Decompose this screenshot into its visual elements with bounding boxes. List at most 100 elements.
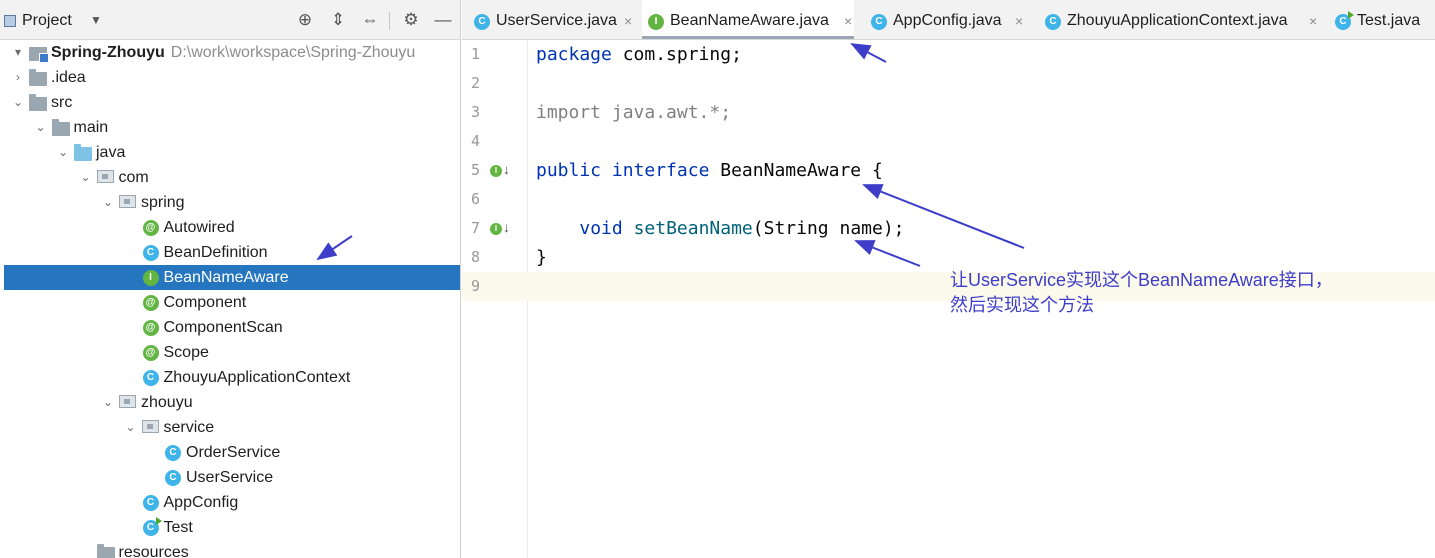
editor-tab[interactable]: C AppConfig.java × xyxy=(865,0,1025,39)
tree-item-label: spring xyxy=(141,190,185,215)
folder-icon xyxy=(29,94,47,111)
tree-item-label: Spring-Zhouyu D:\work\workspace\Spring-Zh… xyxy=(51,40,415,65)
expand-arrow-icon[interactable]: ⌄ xyxy=(101,190,115,215)
editor-tab[interactable]: C Test.java xyxy=(1329,0,1429,39)
class-icon: C xyxy=(474,14,490,30)
tree-item[interactable]: ⌄ main xyxy=(4,115,460,140)
editor-tab[interactable]: C UserService.java × xyxy=(468,0,634,39)
package-icon xyxy=(96,170,114,183)
expand-arrow-icon[interactable]: ⌄ xyxy=(34,115,48,140)
tree-item[interactable]: ⌄ src xyxy=(4,90,460,115)
runnable-class-icon: C xyxy=(1335,11,1354,30)
editor-tab[interactable]: C ZhouyuApplicationContext.java × xyxy=(1039,0,1319,39)
tree-item[interactable]: ⌄ spring xyxy=(4,190,460,215)
tree-item-label: src xyxy=(51,90,72,115)
expand-arrow-icon[interactable]: ⌄ xyxy=(56,140,70,165)
expand-arrow-icon[interactable]: › xyxy=(11,65,25,90)
tree-item-label: BeanDefinition xyxy=(164,240,268,265)
line-number: 4 xyxy=(470,132,480,150)
tree-item[interactable]: @ Scope xyxy=(4,340,460,365)
tree-item[interactable]: › .idea xyxy=(4,65,460,90)
tree-item[interactable]: ▾ Spring-Zhouyu D:\work\workspace\Spring-Z… xyxy=(4,40,460,65)
editor-tab-label: ZhouyuApplicationContext.java xyxy=(1067,12,1288,29)
tree-item[interactable]: C UserService xyxy=(4,465,460,490)
expand-all-icon[interactable]: ⇕ xyxy=(327,9,349,31)
editor-tab[interactable]: I BeanNameAware.java × xyxy=(642,0,854,39)
tree-item-name: spring xyxy=(141,194,185,211)
tree-item-name: AppConfig xyxy=(163,494,239,511)
folder-icon xyxy=(96,544,115,558)
implemented-marker-icon[interactable]: I ↓ xyxy=(490,219,512,239)
expand-arrow-icon[interactable]: ⌄ xyxy=(124,415,138,440)
tree-item[interactable]: C Test xyxy=(4,515,460,540)
line-number: 8 xyxy=(470,248,480,266)
tree-item-name: resources xyxy=(118,544,189,558)
collapse-all-icon[interactable]: ⇔ xyxy=(359,9,381,31)
tree-item[interactable]: C ZhouyuApplicationContext xyxy=(4,365,460,390)
code-line[interactable]: import java.awt.*; xyxy=(536,98,731,127)
expand-arrow-icon[interactable]: ▾ xyxy=(11,40,25,65)
minimize-icon[interactable]: — xyxy=(432,9,454,31)
code-line[interactable]: package com.spring; xyxy=(536,40,742,69)
tree-item-label: OrderService xyxy=(186,440,280,465)
tree-item[interactable]: C AppConfig xyxy=(4,490,460,515)
code-line[interactable]: public interface BeanNameAware { xyxy=(536,156,883,185)
tree-item-label: Test xyxy=(164,515,193,540)
tree-item[interactable]: ⌄ com xyxy=(4,165,460,190)
expand-arrow-icon[interactable]: ⌄ xyxy=(101,390,115,415)
toolbar-separator xyxy=(389,12,390,30)
locate-icon[interactable]: ⊕ xyxy=(294,9,316,31)
tree-item[interactable]: @ ComponentScan xyxy=(4,315,460,340)
code-token: } xyxy=(536,247,547,268)
chevron-down-icon[interactable]: ▼ xyxy=(90,13,102,27)
close-icon[interactable]: × xyxy=(844,0,852,39)
tree-item-label: BeanNameAware xyxy=(164,265,289,290)
tree-item-label: main xyxy=(74,115,109,140)
tree-item[interactable]: C BeanDefinition xyxy=(4,240,460,265)
code-token: void xyxy=(579,218,623,239)
tree-item-label: Autowired xyxy=(164,215,235,240)
close-icon[interactable]: × xyxy=(1015,0,1023,39)
implemented-marker-icon[interactable]: I ↓ xyxy=(490,161,512,181)
project-title[interactable]: Project xyxy=(22,12,72,30)
project-tree[interactable]: ▾ Spring-Zhouyu D:\work\workspace\Spring-Z… xyxy=(4,40,460,558)
interface-icon: I xyxy=(490,165,502,177)
tree-item[interactable]: @ Autowired xyxy=(4,215,460,240)
tree-item-name: service xyxy=(163,419,215,436)
interface-icon: I xyxy=(142,270,159,286)
tree-item[interactable]: resources xyxy=(4,540,460,558)
line-number: 9 xyxy=(470,277,480,295)
tree-item-label: service xyxy=(164,415,215,440)
tree-item-label: Component xyxy=(164,290,247,315)
line-number: 5 xyxy=(470,161,480,179)
line-number: 6 xyxy=(470,190,480,208)
tree-item[interactable]: ⌄ zhouyu xyxy=(4,390,460,415)
gear-icon[interactable]: ⚙ xyxy=(400,9,422,31)
tree-item[interactable]: ⌄ java xyxy=(4,140,460,165)
tree-item-label: java xyxy=(96,140,125,165)
tree-item-name: Autowired xyxy=(163,219,235,236)
tree-item[interactable]: C OrderService xyxy=(4,440,460,465)
annotation-icon: @ xyxy=(142,295,159,311)
tree-item[interactable]: @ Component xyxy=(4,290,460,315)
code-line[interactable]: void setBeanName(String name); xyxy=(536,214,904,243)
source-folder-icon xyxy=(74,144,92,161)
interface-icon: I xyxy=(490,223,502,235)
code-line[interactable]: } xyxy=(536,243,547,272)
tree-item-label: com xyxy=(119,165,149,190)
project-view-icon xyxy=(4,15,16,27)
editor-tab-bar: C UserService.java × I BeanNameAware.java × C A… xyxy=(462,0,1435,40)
expand-arrow-icon[interactable]: ⌄ xyxy=(79,165,93,190)
project-panel: Project ▼ ⊕ ⇕ ⇔ ⚙ — ▾ Spring-Zhouyu D:\wor… xyxy=(0,0,461,558)
close-icon[interactable]: × xyxy=(1309,0,1317,39)
close-icon[interactable]: × xyxy=(624,0,632,39)
tree-item-name: com xyxy=(118,169,149,186)
expand-arrow-icon[interactable]: ⌄ xyxy=(11,90,25,115)
tree-item[interactable]: I BeanNameAware xyxy=(4,265,460,290)
tree-item[interactable]: ⌄ service xyxy=(4,415,460,440)
tree-item-name: .idea xyxy=(51,69,86,86)
package-icon xyxy=(119,195,136,208)
